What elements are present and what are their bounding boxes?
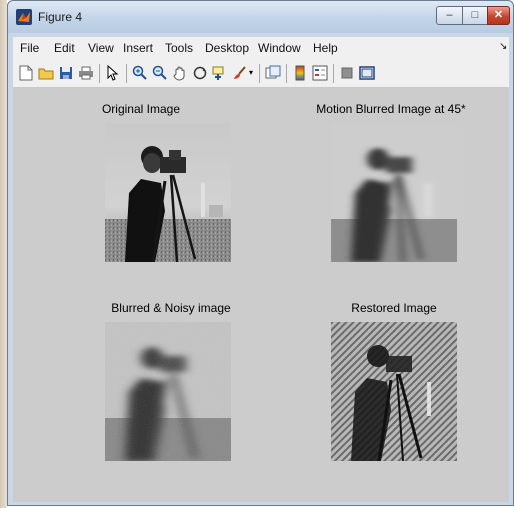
- window-title: Figure 4: [38, 10, 83, 24]
- toolbar-separator: [333, 64, 334, 83]
- brush-dropdown-icon[interactable]: ▾: [247, 65, 255, 81]
- subplot-title-original: Original Image: [101, 102, 181, 116]
- hide-plot-tools-icon[interactable]: [339, 65, 355, 81]
- menu-file[interactable]: File: [20, 41, 39, 55]
- menu-tools[interactable]: Tools: [165, 41, 193, 55]
- screen: Figure 4 – □ ✕ File Edit View Insert Too…: [0, 0, 514, 508]
- blurred-noisy-image[interactable]: [105, 322, 231, 461]
- menu-overflow-icon[interactable]: ↘: [499, 41, 507, 52]
- subplot-title-blurred-noisy: Blurred & Noisy image: [111, 301, 231, 315]
- matlab-icon: [16, 9, 32, 25]
- close-icon: ✕: [493, 9, 504, 21]
- save-icon[interactable]: [58, 65, 74, 81]
- toolbar-separator: [99, 64, 100, 83]
- menu-help[interactable]: Help: [313, 41, 338, 55]
- toolbar-separator: [259, 64, 260, 83]
- close-button[interactable]: ✕: [487, 6, 510, 25]
- minimize-icon: –: [446, 9, 453, 21]
- subplot-title-restored: Restored Image: [351, 301, 437, 315]
- figure-toolbar: ▾: [13, 59, 509, 88]
- new-figure-icon[interactable]: [18, 65, 34, 81]
- legend-icon[interactable]: [312, 65, 328, 81]
- print-icon[interactable]: [78, 65, 94, 81]
- minimize-button[interactable]: –: [436, 6, 463, 25]
- colorbar-icon[interactable]: [292, 65, 308, 81]
- open-file-icon[interactable]: [38, 65, 54, 81]
- toolbar-separator: [286, 64, 287, 83]
- brush-icon[interactable]: [232, 65, 248, 81]
- maximize-button[interactable]: □: [462, 6, 488, 25]
- figure-canvas: Original Image Motion Blurred Image at 4…: [13, 88, 509, 502]
- menu-insert[interactable]: Insert: [123, 41, 153, 55]
- menu-window[interactable]: Window: [258, 41, 301, 55]
- menu-edit[interactable]: Edit: [54, 41, 75, 55]
- show-plot-tools-icon[interactable]: [359, 65, 375, 81]
- menu-bar: File Edit View Insert Tools Desktop Wind…: [13, 37, 509, 59]
- maximize-icon: □: [471, 9, 479, 21]
- zoom-in-icon[interactable]: [132, 65, 148, 81]
- menu-view[interactable]: View: [88, 41, 114, 55]
- motion-blurred-image[interactable]: [331, 123, 457, 262]
- pointer-icon[interactable]: [105, 65, 121, 81]
- background-desktop-edge: [0, 0, 7, 508]
- restored-image[interactable]: [331, 322, 457, 461]
- data-cursor-icon[interactable]: [212, 65, 228, 81]
- link-plot-icon[interactable]: [265, 65, 281, 81]
- rotate-3d-icon[interactable]: [192, 65, 208, 81]
- subplot-title-motion-blurred: Motion Blurred Image at 45*: [316, 102, 466, 116]
- original-image[interactable]: [105, 123, 231, 262]
- pan-icon[interactable]: [172, 65, 188, 81]
- zoom-out-icon[interactable]: [152, 65, 168, 81]
- menu-desktop[interactable]: Desktop: [205, 41, 249, 55]
- title-bar[interactable]: Figure 4 – □ ✕: [8, 1, 513, 33]
- toolbar-separator: [126, 64, 127, 83]
- figure-window: Figure 4 – □ ✕ File Edit View Insert Too…: [7, 0, 514, 506]
